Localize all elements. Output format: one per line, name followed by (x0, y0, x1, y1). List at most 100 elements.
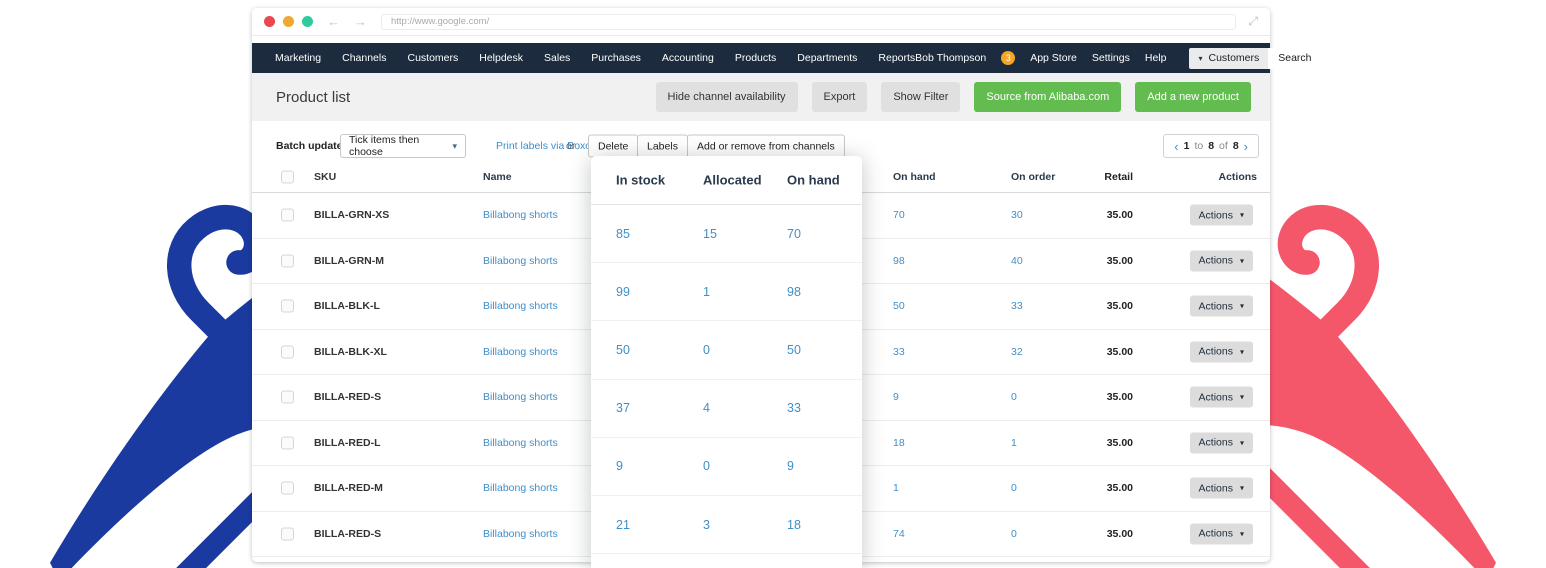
row-on-order-link[interactable]: 0 (1011, 528, 1017, 540)
row-checkbox[interactable] (281, 208, 294, 222)
overlay-in-stock-value[interactable]: 99 (616, 285, 630, 299)
row-actions-button[interactable]: Actions ▾ (1189, 295, 1253, 317)
labels-button[interactable]: Labels (637, 134, 688, 158)
row-on-order-link[interactable]: 40 (1011, 255, 1023, 267)
row-on-hand-link[interactable]: 18 (893, 437, 905, 449)
notification-badge[interactable]: 3 (1001, 51, 1016, 65)
nav-item-settings[interactable]: Settings (1092, 52, 1130, 64)
row-actions-button[interactable]: Actions ▾ (1189, 341, 1253, 363)
select-all-checkbox[interactable] (281, 170, 294, 184)
column-on-order: On order (1011, 171, 1056, 183)
row-on-hand-link[interactable]: 98 (893, 255, 905, 267)
row-on-order-link[interactable]: 0 (1011, 482, 1017, 494)
add-new-product-button[interactable]: Add a new product (1135, 82, 1251, 112)
source-from-alibaba-button[interactable]: Source from Alibaba.com (974, 82, 1122, 112)
export-button[interactable]: Export (811, 82, 868, 112)
overlay-on-hand-value[interactable]: 50 (787, 343, 801, 357)
pagination-to: to (1194, 140, 1204, 152)
show-filter-button[interactable]: Show Filter (881, 82, 961, 112)
row-name-link[interactable]: Billabong shorts (483, 437, 558, 449)
row-checkbox[interactable] (281, 254, 294, 268)
overlay-allocated-value[interactable]: 4 (703, 401, 710, 415)
overlay-in-stock-value[interactable]: 9 (616, 459, 623, 473)
row-checkbox[interactable] (281, 481, 294, 495)
overlay-in-stock-value[interactable]: 37 (616, 401, 630, 415)
back-arrow-icon[interactable]: ← (327, 15, 340, 28)
overlay-in-stock-value[interactable]: 85 (616, 227, 630, 241)
overlay-in-stock-value[interactable]: 50 (616, 343, 630, 357)
nav-item-helpdesk[interactable]: Helpdesk (479, 52, 523, 64)
row-checkbox[interactable] (281, 390, 294, 404)
nav-item-channels[interactable]: Channels (342, 52, 386, 64)
row-on-order-link[interactable]: 32 (1011, 346, 1023, 358)
row-name-link[interactable]: Billabong shorts (483, 346, 558, 358)
chevron-right-icon[interactable]: › (1244, 140, 1248, 153)
row-on-order-link[interactable]: 0 (1011, 391, 1017, 403)
row-name-link[interactable]: Billabong shorts (483, 209, 558, 221)
row-actions-button[interactable]: Actions ▾ (1189, 204, 1253, 226)
expand-icon[interactable]: ⤢ (1248, 14, 1258, 29)
delete-button[interactable]: Delete (588, 134, 639, 158)
row-name-link[interactable]: Billabong shorts (483, 482, 558, 494)
nav-item-sales[interactable]: Sales (544, 52, 570, 64)
search-scope-dropdown[interactable]: ▾ Customers (1189, 47, 1269, 69)
window-close-button[interactable] (264, 16, 275, 27)
batch-action-select[interactable]: Tick items then choose ▾ (340, 134, 466, 158)
nav-item-accounting[interactable]: Accounting (662, 52, 714, 64)
row-on-order-link[interactable]: 1 (1011, 437, 1017, 449)
row-name-link[interactable]: Billabong shorts (483, 300, 558, 312)
nav-item-departments[interactable]: Departments (797, 52, 857, 64)
row-on-hand-link[interactable]: 33 (893, 346, 905, 358)
window-minimize-button[interactable] (283, 16, 294, 27)
forward-arrow-icon[interactable]: → (354, 15, 367, 28)
row-name-link[interactable]: Billabong shorts (483, 391, 558, 403)
row-on-order-link[interactable]: 30 (1011, 209, 1023, 221)
row-checkbox[interactable] (281, 527, 294, 541)
window-zoom-button[interactable] (302, 16, 313, 27)
row-on-hand-link[interactable]: 70 (893, 209, 905, 221)
overlay-on-hand-value[interactable]: 98 (787, 285, 801, 299)
row-actions-button[interactable]: Actions ▾ (1189, 250, 1253, 272)
overlay-on-hand-value[interactable]: 70 (787, 227, 801, 241)
chevron-left-icon[interactable]: ‹ (1174, 140, 1178, 153)
nav-item-purchases[interactable]: Purchases (591, 52, 641, 64)
nav-item-help[interactable]: Help (1145, 52, 1167, 64)
row-checkbox[interactable] (281, 436, 294, 450)
overlay-allocated-value[interactable]: 3 (703, 518, 710, 532)
row-actions-button[interactable]: Actions ▾ (1189, 523, 1253, 545)
pagination: ‹ 1 to 8 of 8 › (1163, 134, 1259, 158)
overlay-on-hand-value[interactable]: 9 (787, 459, 794, 473)
row-name-link[interactable]: Billabong shorts (483, 255, 558, 267)
user-menu[interactable]: Bob Thompson (915, 52, 986, 64)
row-sku: BILLA-BLK-XL (314, 345, 387, 358)
row-on-order-link[interactable]: 33 (1011, 300, 1023, 312)
row-checkbox[interactable] (281, 299, 294, 313)
add-remove-channels-button[interactable]: Add or remove from channels (687, 134, 845, 158)
row-on-hand-link[interactable]: 9 (893, 391, 899, 403)
row-actions-button[interactable]: Actions ▾ (1189, 432, 1253, 454)
hide-channel-availability-button[interactable]: Hide channel availability (655, 82, 798, 112)
nav-right: Bob Thompson 3 App Store Settings Help ▾… (915, 47, 1381, 69)
row-actions-button[interactable]: Actions ▾ (1189, 386, 1253, 408)
overlay-allocated-value[interactable]: 0 (703, 343, 710, 357)
nav-item-app-store[interactable]: App Store (1030, 52, 1077, 64)
row-on-hand-link[interactable]: 74 (893, 528, 905, 540)
overlay-on-hand-value[interactable]: 18 (787, 518, 801, 532)
nav-item-products[interactable]: Products (735, 52, 776, 64)
url-bar[interactable]: http://www.google.com/ (381, 13, 1237, 30)
row-on-hand-link[interactable]: 1 (893, 482, 899, 494)
search-input[interactable]: Search (1268, 47, 1370, 69)
nav-item-marketing[interactable]: Marketing (275, 52, 321, 64)
overlay-allocated-value[interactable]: 15 (703, 227, 717, 241)
nav-item-customers[interactable]: Customers (407, 52, 458, 64)
row-on-hand-link[interactable]: 50 (893, 300, 905, 312)
nav-item-reports[interactable]: Reports (878, 52, 915, 64)
overlay-allocated-value[interactable]: 0 (703, 459, 710, 473)
overlay-on-hand-value[interactable]: 33 (787, 401, 801, 415)
row-actions-button[interactable]: Actions ▾ (1189, 477, 1253, 499)
overlay-in-stock-value[interactable]: 21 (616, 518, 630, 532)
overlay-allocated-value[interactable]: 1 (703, 285, 710, 299)
print-labels-link[interactable]: Print labels via Boxora (496, 140, 600, 152)
row-checkbox[interactable] (281, 345, 294, 359)
row-name-link[interactable]: Billabong shorts (483, 528, 558, 540)
